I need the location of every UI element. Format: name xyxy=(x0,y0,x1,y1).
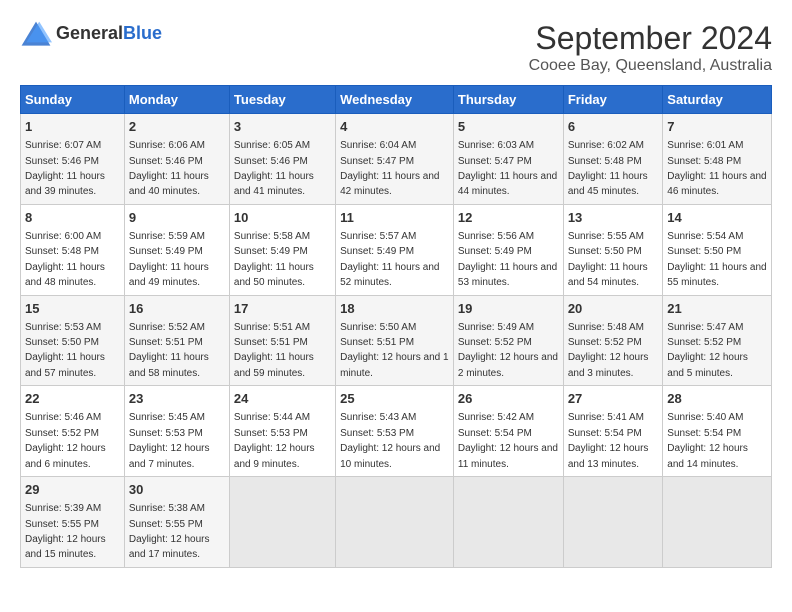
table-row: 16Sunrise: 5:52 AMSunset: 5:51 PMDayligh… xyxy=(124,295,229,386)
title-block: September 2024 Cooee Bay, Queensland, Au… xyxy=(529,20,772,75)
calendar-table: Sunday Monday Tuesday Wednesday Thursday… xyxy=(20,85,772,568)
table-row: 26Sunrise: 5:42 AMSunset: 5:54 PMDayligh… xyxy=(453,386,563,477)
table-row: 24Sunrise: 5:44 AMSunset: 5:53 PMDayligh… xyxy=(229,386,335,477)
table-row: 9Sunrise: 5:59 AMSunset: 5:49 PMDaylight… xyxy=(124,204,229,295)
table-row: 25Sunrise: 5:43 AMSunset: 5:53 PMDayligh… xyxy=(336,386,454,477)
table-row xyxy=(336,477,454,568)
col-friday: Friday xyxy=(563,86,662,114)
table-row: 27Sunrise: 5:41 AMSunset: 5:54 PMDayligh… xyxy=(563,386,662,477)
col-sunday: Sunday xyxy=(21,86,125,114)
table-row: 14Sunrise: 5:54 AMSunset: 5:50 PMDayligh… xyxy=(663,204,772,295)
table-row xyxy=(453,477,563,568)
logo-icon xyxy=(20,20,52,48)
subtitle: Cooee Bay, Queensland, Australia xyxy=(529,57,772,75)
table-row: 17Sunrise: 5:51 AMSunset: 5:51 PMDayligh… xyxy=(229,295,335,386)
col-saturday: Saturday xyxy=(663,86,772,114)
logo-blue: Blue xyxy=(123,23,162,43)
table-row: 23Sunrise: 5:45 AMSunset: 5:53 PMDayligh… xyxy=(124,386,229,477)
table-row: 15Sunrise: 5:53 AMSunset: 5:50 PMDayligh… xyxy=(21,295,125,386)
table-row: 21Sunrise: 5:47 AMSunset: 5:52 PMDayligh… xyxy=(663,295,772,386)
table-row: 19Sunrise: 5:49 AMSunset: 5:52 PMDayligh… xyxy=(453,295,563,386)
table-row: 3Sunrise: 6:05 AMSunset: 5:46 PMDaylight… xyxy=(229,114,335,205)
page-header: GeneralBlue September 2024 Cooee Bay, Qu… xyxy=(20,20,772,75)
table-row: 11Sunrise: 5:57 AMSunset: 5:49 PMDayligh… xyxy=(336,204,454,295)
table-row: 2Sunrise: 6:06 AMSunset: 5:46 PMDaylight… xyxy=(124,114,229,205)
logo-general: General xyxy=(56,23,123,43)
table-row xyxy=(563,477,662,568)
table-row: 7Sunrise: 6:01 AMSunset: 5:48 PMDaylight… xyxy=(663,114,772,205)
table-row: 13Sunrise: 5:55 AMSunset: 5:50 PMDayligh… xyxy=(563,204,662,295)
table-row: 1Sunrise: 6:07 AMSunset: 5:46 PMDaylight… xyxy=(21,114,125,205)
table-row: 6Sunrise: 6:02 AMSunset: 5:48 PMDaylight… xyxy=(563,114,662,205)
logo: GeneralBlue xyxy=(20,20,162,48)
table-row: 12Sunrise: 5:56 AMSunset: 5:49 PMDayligh… xyxy=(453,204,563,295)
table-row: 22Sunrise: 5:46 AMSunset: 5:52 PMDayligh… xyxy=(21,386,125,477)
table-row xyxy=(229,477,335,568)
logo-text: GeneralBlue xyxy=(56,24,162,44)
table-row: 10Sunrise: 5:58 AMSunset: 5:49 PMDayligh… xyxy=(229,204,335,295)
col-monday: Monday xyxy=(124,86,229,114)
table-row xyxy=(663,477,772,568)
table-row: 30Sunrise: 5:38 AMSunset: 5:55 PMDayligh… xyxy=(124,477,229,568)
table-row: 5Sunrise: 6:03 AMSunset: 5:47 PMDaylight… xyxy=(453,114,563,205)
main-title: September 2024 xyxy=(529,20,772,57)
col-tuesday: Tuesday xyxy=(229,86,335,114)
col-wednesday: Wednesday xyxy=(336,86,454,114)
col-thursday: Thursday xyxy=(453,86,563,114)
header-row: Sunday Monday Tuesday Wednesday Thursday… xyxy=(21,86,772,114)
table-row: 8Sunrise: 6:00 AMSunset: 5:48 PMDaylight… xyxy=(21,204,125,295)
table-row: 20Sunrise: 5:48 AMSunset: 5:52 PMDayligh… xyxy=(563,295,662,386)
table-row: 18Sunrise: 5:50 AMSunset: 5:51 PMDayligh… xyxy=(336,295,454,386)
table-row: 4Sunrise: 6:04 AMSunset: 5:47 PMDaylight… xyxy=(336,114,454,205)
table-row: 29Sunrise: 5:39 AMSunset: 5:55 PMDayligh… xyxy=(21,477,125,568)
table-row: 28Sunrise: 5:40 AMSunset: 5:54 PMDayligh… xyxy=(663,386,772,477)
